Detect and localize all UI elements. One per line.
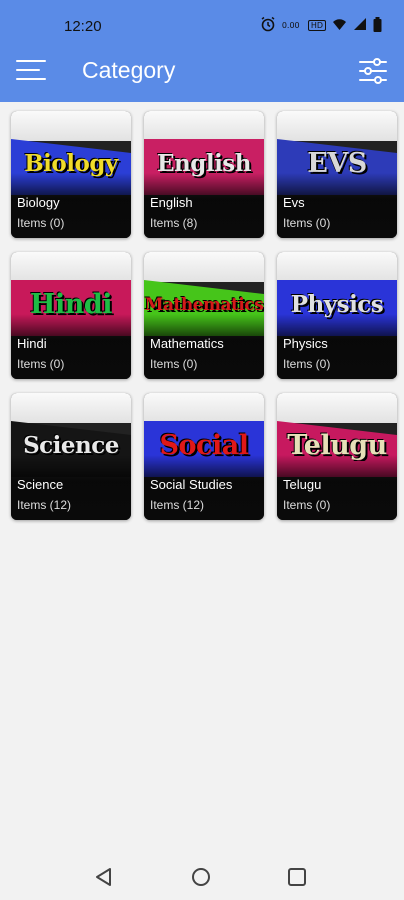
card-image-top — [11, 252, 131, 282]
card-image-top — [11, 393, 131, 423]
card-cover-word: Mathematics — [144, 295, 264, 315]
recents-icon[interactable] — [286, 866, 308, 888]
wifi-icon — [332, 17, 347, 34]
card-image-top — [277, 252, 397, 282]
card-name: Hindi — [17, 336, 47, 351]
card-image-top — [144, 393, 264, 423]
back-icon[interactable] — [93, 866, 115, 888]
hd-voice-icon: HD — [307, 20, 326, 31]
card-count: Items (0) — [283, 216, 331, 230]
card-count: Items (0) — [150, 357, 198, 371]
card-count: Items (0) — [17, 357, 65, 371]
card-name: Biology — [17, 195, 60, 210]
status-bar: 12:20 0.00 HD — [0, 0, 404, 40]
signal-icon — [353, 17, 367, 34]
card-cover-word: English — [157, 150, 251, 177]
card-count: Items (0) — [283, 498, 331, 512]
system-nav-bar — [0, 852, 404, 900]
card-cover-word: EVS — [307, 149, 367, 179]
card-image-top — [11, 111, 131, 141]
category-card[interactable]: Mathematics Mathematics Items (0) — [144, 252, 264, 379]
card-name: Social Studies — [150, 477, 233, 492]
card-name: English — [150, 195, 193, 210]
card-count: Items (12) — [17, 498, 72, 512]
card-count: Items (0) — [283, 357, 331, 371]
card-cover-word: Social — [159, 431, 249, 461]
card-name: Mathematics — [150, 336, 224, 351]
app-bar: Category — [0, 40, 404, 102]
filter-icon[interactable] — [358, 56, 388, 86]
category-card[interactable]: Social Social Studies Items (12) — [144, 393, 264, 520]
category-card[interactable]: English English Items (8) — [144, 111, 264, 238]
battery-icon — [373, 16, 382, 35]
category-card[interactable]: Hindi Hindi Items (0) — [11, 252, 131, 379]
card-image-top — [277, 111, 397, 141]
card-cover-word: Biology — [24, 150, 118, 177]
menu-icon[interactable] — [16, 58, 46, 82]
card-name: Science — [17, 477, 64, 492]
card-count: Items (8) — [150, 216, 198, 230]
card-image-top — [277, 393, 397, 423]
status-icons: 0.00 HD — [260, 16, 382, 35]
category-card[interactable]: Telugu Telugu Items (0) — [277, 393, 397, 520]
card-count: Items (0) — [17, 216, 65, 230]
card-name: Evs — [283, 195, 305, 210]
card-count: Items (12) — [150, 498, 205, 512]
category-card[interactable]: Physics Physics Items (0) — [277, 252, 397, 379]
category-card[interactable]: Science Science Items (12) — [11, 393, 131, 520]
home-icon[interactable] — [190, 866, 212, 888]
card-image-top — [144, 252, 264, 282]
page-title: Category — [82, 57, 176, 83]
card-cover-word: Physics — [290, 291, 384, 318]
category-grid: Biology Biology Items (0) English English Ite… — [11, 111, 397, 520]
card-cover-word: Telugu — [287, 431, 387, 461]
status-time: 12:20 — [64, 18, 102, 35]
card-image-top — [144, 111, 264, 141]
category-card[interactable]: Biology Biology Items (0) — [11, 111, 131, 238]
card-name: Physics — [283, 336, 328, 351]
data-speed-icon: 0.00 — [281, 21, 300, 30]
card-cover-word: Science — [23, 432, 119, 459]
alarm-icon — [260, 16, 276, 35]
card-cover-word: Hindi — [29, 290, 113, 320]
category-card[interactable]: EVS Evs Items (0) — [277, 111, 397, 238]
card-name: Telugu — [283, 477, 322, 492]
